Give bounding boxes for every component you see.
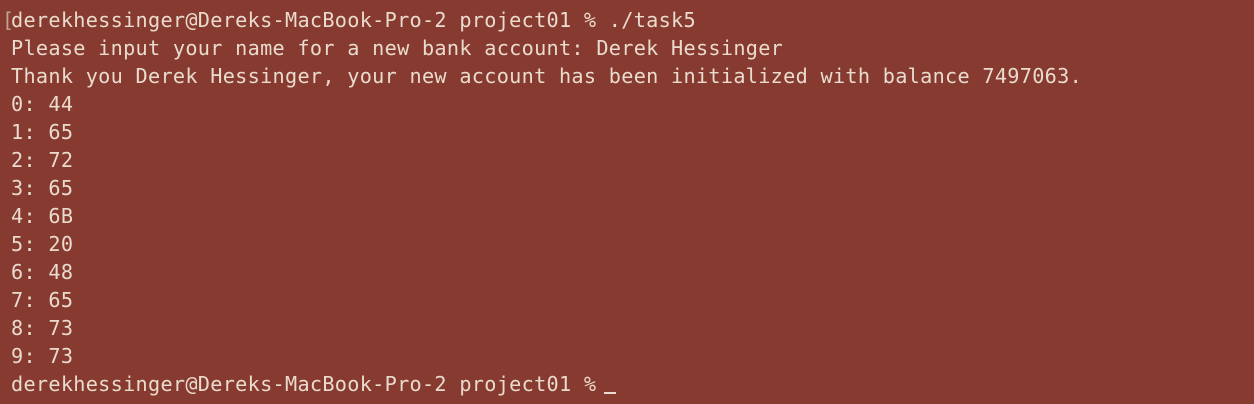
terminal-line-byte-5: 5: 20	[11, 232, 74, 256]
terminal-line-command: derekhessinger@Dereks-MacBook-Pro-2 proj…	[11, 8, 696, 32]
terminal-line-byte-4: 4: 6B	[11, 204, 74, 228]
terminal-line-byte-7: 7: 65	[11, 288, 74, 312]
terminal-line-name-prompt: Please input your name for a new bank ac…	[11, 36, 784, 60]
terminal-line-byte-6: 6: 48	[11, 260, 74, 284]
terminal-prompt: derekhessinger@Dereks-MacBook-Pro-2 proj…	[11, 372, 597, 396]
terminal-line-byte-2: 2: 72	[11, 148, 74, 172]
terminal-prompt-line[interactable]: derekhessinger@Dereks-MacBook-Pro-2 proj…	[11, 370, 1254, 398]
terminal-line-thanks: Thank you Derek Hessinger, your new acco…	[11, 64, 1083, 88]
terminal-line-byte-9: 9: 73	[11, 344, 74, 368]
terminal-window[interactable]: [ derekhessinger@Dereks-MacBook-Pro-2 pr…	[0, 0, 1254, 404]
text-cursor	[604, 392, 617, 394]
terminal-line-byte-1: 1: 65	[11, 120, 74, 144]
selection-bracket-marker: [	[2, 8, 15, 32]
terminal-line-byte-8: 8: 73	[11, 316, 74, 340]
terminal-line-byte-3: 3: 65	[11, 176, 74, 200]
terminal-line-byte-0: 0: 44	[11, 92, 74, 116]
